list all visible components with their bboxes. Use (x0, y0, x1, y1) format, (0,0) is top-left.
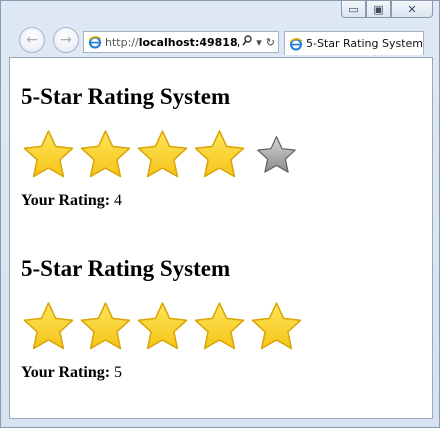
rating-value: 5 (114, 364, 123, 381)
rating-label: Your Rating: (21, 364, 111, 381)
back-arrow-icon: ← (26, 32, 38, 48)
browser-window: ▭ ▣ ✕ ← → http://localhost:49818/ ▾ ↻ 5-… (0, 0, 440, 428)
refresh-icon[interactable]: ↻ (266, 36, 275, 49)
search-icon[interactable] (242, 35, 252, 49)
page-content: 5-Star Rating System Your Rating: 4 5-St… (9, 57, 433, 419)
star-filled-icon[interactable] (21, 128, 76, 180)
address-url: http://localhost:49818/ (105, 35, 240, 49)
minimize-button[interactable]: ▭ (341, 1, 366, 18)
close-button[interactable]: ✕ (391, 1, 433, 18)
forward-button[interactable]: → (53, 27, 79, 53)
rating-readout: Your Rating: 4 (21, 192, 304, 210)
star-filled-icon[interactable] (192, 128, 247, 180)
tab-title: 5-Star Rating System (306, 37, 424, 50)
star-filled-icon[interactable] (78, 128, 133, 180)
back-button[interactable]: ← (19, 27, 45, 53)
address-tools: ▾ ↻ (239, 35, 278, 49)
star-filled-icon[interactable] (78, 300, 133, 352)
forward-arrow-icon: → (60, 32, 72, 48)
star-rating (21, 128, 304, 180)
maximize-button[interactable]: ▣ (366, 1, 391, 18)
rating-widget-2: 5-Star Rating System Your Rating: 5 (21, 256, 304, 382)
star-filled-icon[interactable] (135, 300, 190, 352)
rating-label: Your Rating: (21, 192, 111, 209)
rating-widget-1: 5-Star Rating System Your Rating: 4 (21, 84, 304, 210)
star-filled-icon[interactable] (192, 300, 247, 352)
widget-heading: 5-Star Rating System (21, 256, 231, 281)
address-bar[interactable]: http://localhost:49818/ ▾ ↻ (83, 31, 279, 53)
ie-tab-icon (289, 37, 303, 51)
star-rating (21, 300, 304, 352)
dropdown-arrow-icon[interactable]: ▾ (256, 36, 262, 49)
star-filled-icon[interactable] (21, 300, 76, 352)
window-controls: ▭ ▣ ✕ (341, 1, 433, 18)
star-empty-icon[interactable] (255, 134, 298, 175)
rating-readout: Your Rating: 5 (21, 364, 304, 382)
widget-heading: 5-Star Rating System (21, 84, 231, 109)
tab-active[interactable]: 5-Star Rating System (284, 31, 424, 55)
ie-page-icon (88, 35, 102, 49)
star-filled-icon[interactable] (249, 300, 304, 352)
star-filled-icon[interactable] (135, 128, 190, 180)
browser-toolbar: ← → http://localhost:49818/ ▾ ↻ 5-Star R… (1, 23, 439, 57)
rating-value: 4 (114, 192, 123, 209)
